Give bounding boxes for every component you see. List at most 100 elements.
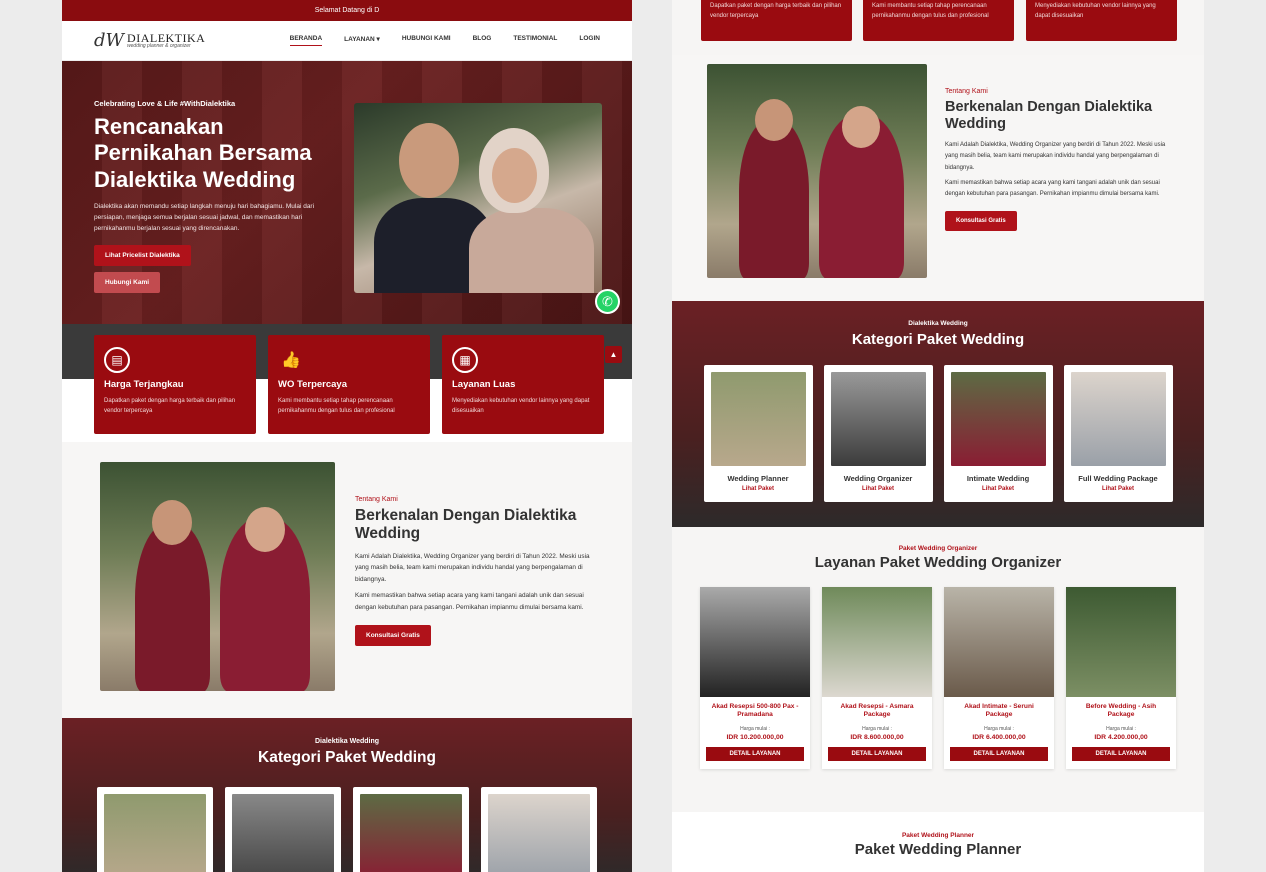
scroll-top-button[interactable]: ▲ <box>605 346 622 363</box>
about-title: Berkenalan Dengan Dialektika Wedding <box>355 507 577 542</box>
feature-card-services: ▦ Layanan Luas Menyediakan kebutuhan ven… <box>442 335 604 434</box>
hero-title: Rencanakan Pernikahan Bersama Dialektika… <box>94 114 312 192</box>
nav-login[interactable]: LOGIN <box>579 35 600 46</box>
hero-kicker: Celebrating Love & Life #WithDialektika <box>94 99 236 108</box>
category-name: Wedding Planner <box>727 474 789 483</box>
hero-couple-photo <box>354 103 602 293</box>
service-price-label: Harga mulai : <box>984 726 1014 732</box>
category-section: Dialektika Wedding Kategori Paket Weddin… <box>62 718 632 872</box>
whatsapp-icon[interactable]: ✆ <box>595 289 620 314</box>
landing-page-scrolled: Dapatkan paket dengan harga terbaik dan … <box>672 0 1204 872</box>
service-price: IDR 10.200.000,00 <box>726 734 784 741</box>
category-photo <box>950 372 1046 466</box>
features-section: ▤ Harga Terjangkau Dapatkan paket dengan… <box>62 324 632 442</box>
landing-page-desktop: Selamat Datang di D dW DIALEKTIKA weddin… <box>62 0 632 872</box>
feature-desc: Kami membantu setiap tahap perencanaan p… <box>872 3 989 20</box>
about-kicker: Tentang Kami <box>945 88 988 95</box>
service-price-label: Harga mulai : <box>862 726 892 732</box>
service-name: Akad Intimate - Seruni Package <box>964 703 1034 719</box>
service-name: Akad Resepsi - Asmara Package <box>840 703 914 719</box>
about-paragraph-2: Kami memastikan bahwa setiap acara yang … <box>355 592 584 611</box>
nav-beranda[interactable]: BERANDA <box>289 35 323 46</box>
feature-title: Harga Terjangkau <box>104 379 184 390</box>
wallet-icon: ▤ <box>104 347 130 373</box>
category-card[interactable] <box>97 787 213 872</box>
category-card-organizer[interactable]: Wedding Organizer Lihat Paket <box>823 365 933 502</box>
category-name: Intimate Wedding <box>966 474 1030 483</box>
nav-hubungi[interactable]: HUBUNGI KAMI <box>402 35 451 46</box>
services-kicker: Paket Wedding Organizer <box>898 545 978 552</box>
category-photo <box>1070 372 1166 466</box>
category-card-planner[interactable]: Wedding Planner Lihat Paket <box>703 365 813 502</box>
logo-tagline: wedding planner & organizer <box>127 43 191 49</box>
services-section: Paket Wedding Organizer Layanan Paket We… <box>672 527 1204 812</box>
category-name: Wedding Organizer <box>843 474 913 483</box>
logo[interactable]: dW DIALEKTIKA wedding planner & organize… <box>94 30 205 51</box>
main-nav: BERANDA LAYANAN ▾ HUBUNGI KAMI BLOG TEST… <box>289 35 600 46</box>
nav-layanan[interactable]: LAYANAN ▾ <box>344 35 380 46</box>
feature-title: Layanan Luas <box>452 379 516 390</box>
features-top-strip: Dapatkan paket dengan harga terbaik dan … <box>672 0 1204 55</box>
category-photo <box>830 372 926 466</box>
chevron-down-icon: ▾ <box>376 36 380 43</box>
service-price: IDR 8.600.000,00 <box>850 734 904 741</box>
service-price: IDR 6.400.000,00 <box>972 734 1026 741</box>
service-card: Akad Resepsi 500-800 Pax - Pramadana Har… <box>700 587 810 769</box>
category-photo <box>232 794 334 872</box>
feature-desc: Menyediakan kebutuhan vendor lainnya yan… <box>452 398 590 415</box>
service-detail-button[interactable]: DETAIL LAYANAN <box>1072 747 1170 761</box>
about-section: Tentang Kami Berkenalan Dengan Dialektik… <box>62 442 632 718</box>
category-photo <box>104 794 206 872</box>
category-link[interactable]: Lihat Paket <box>831 486 926 492</box>
feature-desc: Dapatkan paket dengan harga terbaik dan … <box>710 3 842 20</box>
category-link[interactable]: Lihat Paket <box>951 486 1046 492</box>
consultation-button[interactable]: Konsultasi Gratis <box>945 210 1017 231</box>
welcome-topbar: Selamat Datang di D <box>62 0 632 21</box>
category-link[interactable]: Lihat Paket <box>1071 486 1166 492</box>
category-card-intimate[interactable]: Intimate Wedding Lihat Paket <box>943 365 1053 502</box>
logo-mark: dW <box>94 30 125 51</box>
about-paragraph-2: Kami memastikan bahwa setiap acara yang … <box>945 179 1160 197</box>
service-photo <box>822 587 932 697</box>
category-card[interactable] <box>353 787 469 872</box>
consultation-button[interactable]: Konsultasi Gratis <box>355 624 431 646</box>
nav-testimonial[interactable]: TESTIMONIAL <box>513 35 557 46</box>
category-card-full-package[interactable]: Full Wedding Package Lihat Paket <box>1063 365 1173 502</box>
category-card[interactable] <box>481 787 597 872</box>
nav-layanan-label: LAYANAN <box>344 36 375 43</box>
service-photo <box>700 587 810 697</box>
service-price-label: Harga mulai : <box>1106 726 1136 732</box>
service-photo <box>1066 587 1176 697</box>
planner-kicker: Paket Wedding Planner <box>901 832 975 839</box>
category-name: Full Wedding Package <box>1078 474 1158 483</box>
service-name: Akad Resepsi 500-800 Pax - Pramadana <box>711 703 799 719</box>
category-photo <box>710 372 806 466</box>
feature-card-trusted: Kami membantu setiap tahap perencanaan p… <box>863 0 1014 41</box>
category-link[interactable]: Lihat Paket <box>711 486 806 492</box>
services-title: Layanan Paket Wedding Organizer <box>814 554 1062 571</box>
service-detail-button[interactable]: DETAIL LAYANAN <box>828 747 926 761</box>
about-couple-photo <box>100 462 335 691</box>
building-icon: ▦ <box>452 347 478 373</box>
category-title: Kategori Paket Wedding <box>851 331 1025 348</box>
category-kicker: Dialektika Wedding <box>314 738 380 745</box>
category-card[interactable] <box>225 787 341 872</box>
pricelist-button[interactable]: Lihat Pricelist Dialektika <box>94 245 191 267</box>
feature-card-services: Menyediakan kebutuhan vendor lainnya yan… <box>1026 0 1177 41</box>
feature-card-trusted: 👍 WO Terpercaya Kami membantu setiap tah… <box>268 335 430 434</box>
service-detail-button[interactable]: DETAIL LAYANAN <box>950 747 1048 761</box>
feature-desc: Dapatkan paket dengan harga terbaik dan … <box>104 398 236 415</box>
service-price: IDR 4.200.000,00 <box>1094 734 1148 741</box>
category-title: Kategori Paket Wedding <box>258 749 436 766</box>
thumbs-up-icon: 👍 <box>281 352 301 369</box>
service-detail-button[interactable]: DETAIL LAYANAN <box>706 747 804 761</box>
service-card: Akad Resepsi - Asmara Package Harga mula… <box>822 587 932 769</box>
hero-section: Celebrating Love & Life #WithDialektika … <box>62 61 632 324</box>
nav-blog[interactable]: BLOG <box>473 35 492 46</box>
contact-button[interactable]: Hubungi Kami <box>94 272 161 294</box>
feature-title: WO Terpercaya <box>278 379 347 390</box>
category-photo <box>360 794 462 872</box>
about-section: Tentang Kami Berkenalan Dengan Dialektik… <box>672 55 1204 301</box>
about-paragraph-1: Kami Adalah Dialektika, Wedding Organize… <box>355 552 590 584</box>
about-title: Berkenalan Dengan Dialektika Wedding <box>945 99 1153 132</box>
